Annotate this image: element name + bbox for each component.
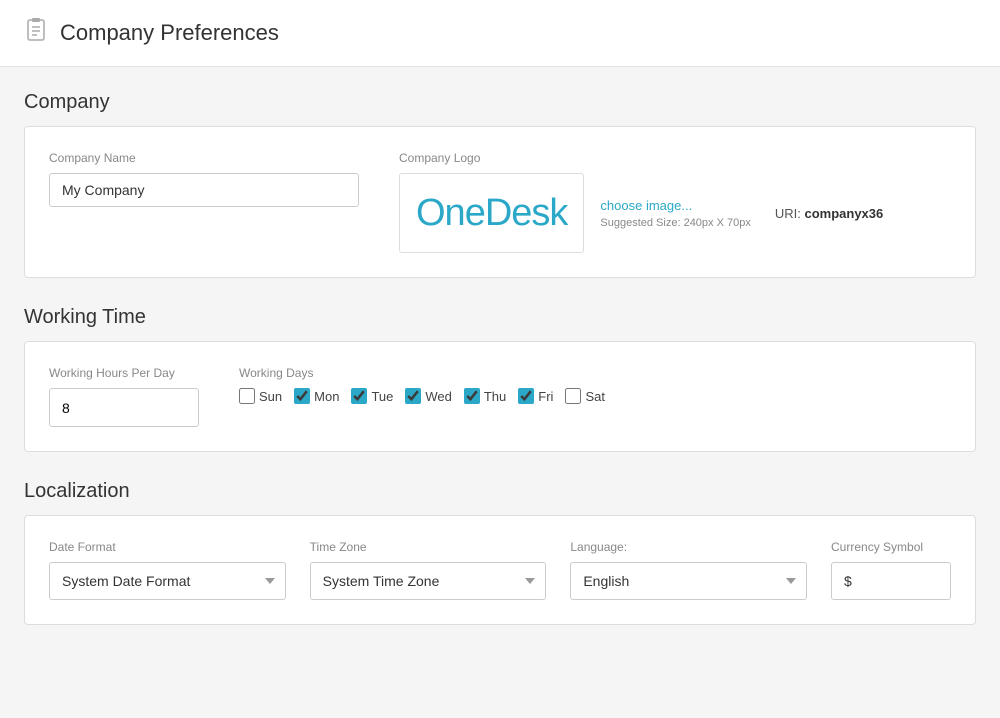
- day-wed-label: Wed: [425, 389, 452, 404]
- timezone-field: Time Zone System Time Zone UTC EST PST: [310, 540, 547, 600]
- day-sun[interactable]: Sun: [239, 388, 282, 404]
- company-form-group: Company Name Company Logo OneDesk choose…: [49, 151, 951, 253]
- day-wed-checkbox[interactable]: [405, 388, 421, 404]
- date-format-field: Date Format System Date Format MM/DD/YYY…: [49, 540, 286, 600]
- day-fri[interactable]: Fri: [518, 388, 553, 404]
- day-sun-label: Sun: [259, 389, 282, 404]
- company-card: Company Name Company Logo OneDesk choose…: [24, 126, 976, 278]
- logo-container: OneDesk: [399, 173, 584, 253]
- day-mon[interactable]: Mon: [294, 388, 339, 404]
- uri-value: companyx36: [804, 206, 883, 221]
- company-section-title: Company: [24, 91, 976, 114]
- timezone-select[interactable]: System Time Zone UTC EST PST: [310, 562, 547, 600]
- company-name-label: Company Name: [49, 151, 359, 165]
- day-tue-checkbox[interactable]: [351, 388, 367, 404]
- company-name-field: Company Name: [49, 151, 359, 207]
- day-tue[interactable]: Tue: [351, 388, 393, 404]
- language-label: Language:: [570, 540, 807, 554]
- logo-actions: choose image... Suggested Size: 240px X …: [600, 198, 750, 229]
- uri-prefix: URI: companyx36: [775, 206, 883, 221]
- day-fri-checkbox[interactable]: [518, 388, 534, 404]
- hours-stepper: ▲ ▼: [49, 388, 199, 427]
- working-time-title: Working Time: [24, 306, 976, 329]
- day-tue-label: Tue: [371, 389, 393, 404]
- currency-label: Currency Symbol: [831, 540, 951, 554]
- date-format-select[interactable]: System Date Format MM/DD/YYYY DD/MM/YYYY…: [49, 562, 286, 600]
- company-logo-label: Company Logo: [399, 151, 883, 165]
- currency-field: Currency Symbol: [831, 540, 951, 600]
- localization-row: Date Format System Date Format MM/DD/YYY…: [49, 540, 951, 600]
- localization-card: Date Format System Date Format MM/DD/YYY…: [24, 515, 976, 625]
- logo-section: OneDesk choose image... Suggested Size: …: [399, 173, 883, 253]
- days-row: Sun Mon Tue: [239, 388, 605, 404]
- working-days-field: Working Days Sun Mon: [239, 366, 605, 404]
- page-title: Company Preferences: [60, 20, 279, 46]
- day-mon-checkbox[interactable]: [294, 388, 310, 404]
- day-mon-label: Mon: [314, 389, 339, 404]
- page-header: Company Preferences: [0, 0, 1000, 67]
- timezone-label: Time Zone: [310, 540, 547, 554]
- hours-label: Working Hours Per Day: [49, 366, 199, 380]
- page-icon: [24, 18, 48, 48]
- day-wed[interactable]: Wed: [405, 388, 452, 404]
- working-time-row: Working Hours Per Day ▲ ▼ Working Days: [49, 366, 951, 427]
- day-thu-label: Thu: [484, 389, 506, 404]
- day-sat-label: Sat: [585, 389, 605, 404]
- suggested-size-text: Suggested Size: 240px X 70px: [600, 217, 750, 229]
- language-field: Language: English French Spanish German: [570, 540, 807, 600]
- working-time-card: Working Hours Per Day ▲ ▼ Working Days: [24, 341, 976, 452]
- currency-input[interactable]: [831, 562, 951, 600]
- date-format-label: Date Format: [49, 540, 286, 554]
- hours-field: Working Hours Per Day ▲ ▼: [49, 366, 199, 427]
- localization-title: Localization: [24, 480, 976, 503]
- uri-display: URI: companyx36: [767, 205, 883, 221]
- day-fri-label: Fri: [538, 389, 553, 404]
- localization-section: Localization Date Format System Date For…: [24, 480, 976, 625]
- day-sun-checkbox[interactable]: [239, 388, 255, 404]
- working-time-section: Working Time Working Hours Per Day ▲ ▼: [24, 306, 976, 452]
- day-sat[interactable]: Sat: [565, 388, 605, 404]
- company-section: Company Company Name Company Logo OneDes…: [24, 91, 976, 278]
- day-thu-checkbox[interactable]: [464, 388, 480, 404]
- language-select[interactable]: English French Spanish German: [570, 562, 807, 600]
- company-name-input[interactable]: [49, 173, 359, 207]
- hours-input[interactable]: [50, 392, 199, 424]
- logo-text: OneDesk: [416, 192, 567, 235]
- choose-image-link[interactable]: choose image...: [600, 198, 750, 213]
- day-thu[interactable]: Thu: [464, 388, 506, 404]
- day-sat-checkbox[interactable]: [565, 388, 581, 404]
- working-days-label: Working Days: [239, 366, 605, 380]
- company-logo-field: Company Logo OneDesk choose image... Sug…: [399, 151, 883, 253]
